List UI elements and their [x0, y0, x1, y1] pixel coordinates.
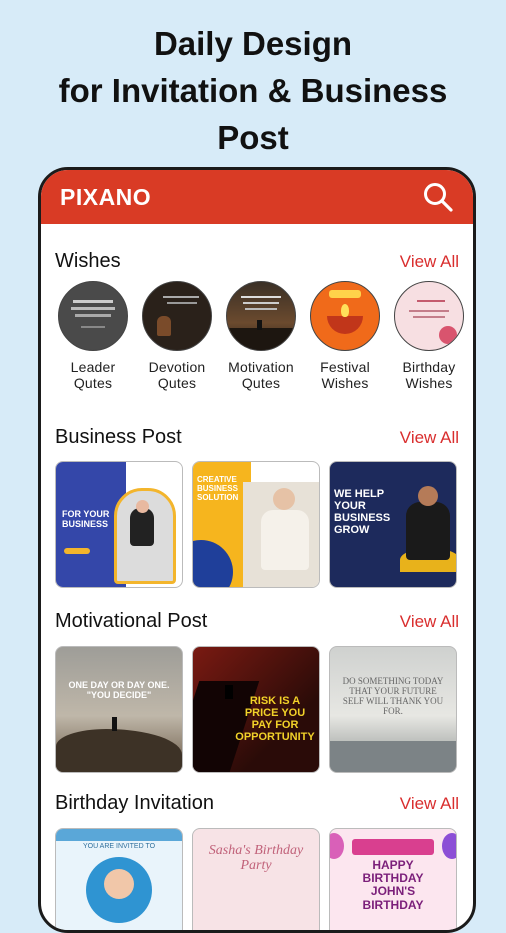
- wish-label: Birthday Wishes: [402, 359, 456, 391]
- business-card-text: CREATIVE BUSINESS SOLUTION: [197, 475, 239, 502]
- business-card-3[interactable]: WE HELP YOUR BUSINESS GROW: [329, 461, 457, 588]
- wish-label: Devotion Qutes: [148, 359, 206, 391]
- headline-line-2: for Invitation & Business: [58, 72, 448, 109]
- motivational-card-2[interactable]: RISK IS A PRICE YOU PAY FOR OPPORTUNITY: [192, 646, 320, 773]
- birthday-card-text: HAPPY BIRTHDAY JOHN'S BIRTHDAY: [362, 858, 424, 912]
- wish-thumbnail: [142, 281, 212, 351]
- birthday-card-text: YOU ARE INVITED TO: [82, 843, 156, 850]
- birthday-section-title: Birthday Invitation: [55, 792, 214, 814]
- business-section-title: Business Post: [55, 426, 182, 448]
- business-card-text: FOR YOUR BUSINESS: [62, 509, 110, 529]
- wish-label: Festival Wishes: [320, 359, 370, 391]
- birthday-card-3[interactable]: HAPPY BIRTHDAY JOHN'S BIRTHDAY: [329, 828, 457, 930]
- business-card-2[interactable]: CREATIVE BUSINESS SOLUTION: [192, 461, 320, 588]
- headline: Daily Design for Invitation & Business P…: [0, 20, 506, 161]
- headline-line-3: Post: [217, 119, 289, 156]
- headline-line-1: Daily Design: [153, 25, 353, 62]
- business-card-1[interactable]: FOR YOUR BUSINESS: [55, 461, 183, 588]
- motivational-card-3[interactable]: DO SOMETHING TODAY THAT YOUR FUTURE SELF…: [329, 646, 457, 773]
- wish-label: Motivation Qutes: [228, 359, 294, 391]
- birthday-card-2[interactable]: Sasha's Birthday Party: [192, 828, 320, 930]
- motivational-card-text: RISK IS A PRICE YOU PAY FOR OPPORTUNITY: [235, 695, 315, 744]
- wish-label: Leader Qutes: [70, 359, 116, 391]
- motivational-section-title: Motivational Post: [55, 610, 208, 632]
- phone-frame: PIXANO Wishes View All Leader Qutes Devo…: [38, 167, 476, 933]
- app-brand: PIXANO: [60, 184, 152, 210]
- birthday-card-text: Sasha's Birthday Party: [208, 843, 304, 874]
- wish-thumbnail: [310, 281, 380, 351]
- motivational-view-all-link[interactable]: View All: [400, 612, 459, 632]
- wishes-carousel: Leader Qutes Devotion Qutes Motivation Q…: [51, 281, 464, 401]
- app-bar: PIXANO: [41, 170, 473, 224]
- wish-item-leader-qutes[interactable]: Leader Qutes: [51, 281, 135, 391]
- wish-thumbnail: [226, 281, 296, 351]
- birthday-card-1[interactable]: YOU ARE INVITED TO: [55, 828, 183, 930]
- wishes-section-title: Wishes: [55, 250, 121, 272]
- wish-thumbnail: [58, 281, 128, 351]
- birthday-view-all-link[interactable]: View All: [400, 794, 459, 814]
- wish-item-festival-wishes[interactable]: Festival Wishes: [303, 281, 387, 391]
- wish-item-devotion-qutes[interactable]: Devotion Qutes: [135, 281, 219, 391]
- business-view-all-link[interactable]: View All: [400, 428, 459, 448]
- wish-thumbnail: [394, 281, 464, 351]
- motivational-card-1[interactable]: ONE DAY OR DAY ONE. "YOU DECIDE": [55, 646, 183, 773]
- wish-item-motivation-qutes[interactable]: Motivation Qutes: [219, 281, 303, 391]
- motivational-card-text: DO SOMETHING TODAY THAT YOUR FUTURE SELF…: [342, 676, 444, 716]
- business-card-text: WE HELP YOUR BUSINESS GROW: [334, 488, 391, 537]
- wishes-view-all-link[interactable]: View All: [400, 252, 459, 272]
- motivational-card-text: ONE DAY OR DAY ONE. "YOU DECIDE": [68, 680, 170, 700]
- search-icon[interactable]: [421, 180, 455, 214]
- wish-item-birthday-wishes[interactable]: Birthday Wishes: [387, 281, 471, 391]
